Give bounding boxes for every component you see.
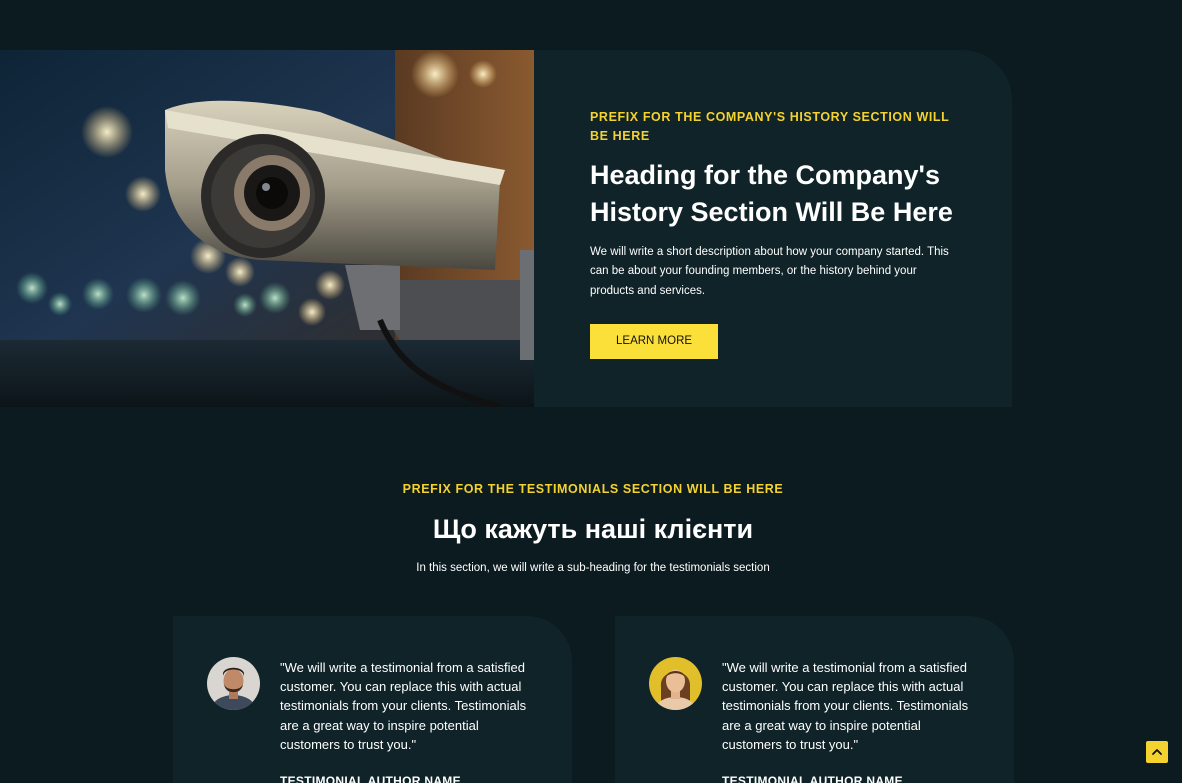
history-description: We will write a short description about … [590,246,949,297]
male-avatar [207,657,260,710]
testimonials-heading: Що кажуть наші клієнти [432,514,754,544]
scroll-to-top-button[interactable] [1146,741,1168,763]
history-heading: Heading for the Company's History Sectio… [590,160,953,227]
page: PREFIX FOR THE COMPANY'S HISTORY SECTION… [0,0,1182,783]
testimonial-quote: "We will write a testimonial from a sati… [280,660,527,752]
testimonial-author: TESTIMONIAL AUTHOR NAME [722,774,903,783]
testimonial-card: "We will write a testimonial from a sati… [173,616,572,783]
testimonial-author: TESTIMONIAL AUTHOR NAME [280,774,461,783]
security-camera-image [0,50,534,407]
history-prefix: PREFIX FOR THE COMPANY'S HISTORY SECTION… [590,110,950,143]
chevron-up-icon [1152,749,1162,755]
testimonials-header: PREFIX FOR THE TESTIMONIALS SECTION WILL… [0,480,1182,576]
testimonials-subheading: In this section, we will write a sub-hea… [416,562,770,574]
history-section: PREFIX FOR THE COMPANY'S HISTORY SECTION… [0,50,1012,407]
testimonials-prefix: PREFIX FOR THE TESTIMONIALS SECTION WILL… [402,482,784,496]
testimonial-card: "We will write a testimonial from a sati… [615,616,1014,783]
female-avatar [649,657,702,710]
testimonial-quote: "We will write a testimonial from a sati… [722,660,969,752]
learn-more-button[interactable]: LEARN MORE [590,323,719,359]
history-text: PREFIX FOR THE COMPANY'S HISTORY SECTION… [590,108,970,359]
